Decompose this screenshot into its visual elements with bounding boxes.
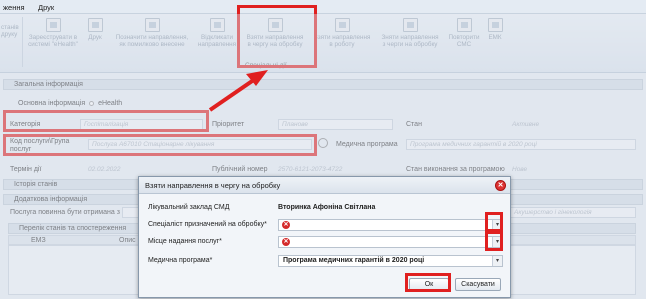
program-select-value: Програма медичних гарантій в 2020 році xyxy=(283,257,425,264)
error-icon: ✕ xyxy=(282,238,290,246)
dialog-titlebar: Взяти направлення в чергу на обробку ✕ xyxy=(139,177,510,194)
facility-value: Вторинка Афоніна Світлана xyxy=(278,204,376,211)
specialist-select[interactable]: ✕ ▾ xyxy=(278,219,503,231)
chevron-down-icon[interactable]: ▾ xyxy=(492,256,502,266)
ok-button-highlight xyxy=(405,273,451,292)
error-icon: ✕ xyxy=(282,221,290,229)
facility-label: Лікувальний заклад СМД xyxy=(148,204,230,211)
cancel-button[interactable]: Скасувати xyxy=(455,278,501,291)
close-icon[interactable]: ✕ xyxy=(495,180,506,191)
specialist-label: Спеціаліст призначений на обробку* xyxy=(148,221,267,228)
place-dropdown-highlight xyxy=(485,229,503,251)
program-select[interactable]: Програма медичних гарантій в 2020 році ▾ xyxy=(278,255,503,267)
arrow-line xyxy=(208,75,260,112)
place-select[interactable]: ✕ ▾ xyxy=(278,236,503,248)
queue-dialog: Взяти направлення в чергу на обробку ✕ Л… xyxy=(138,176,511,298)
place-label: Місце надання послуг* xyxy=(148,238,222,245)
dialog-title: Взяти направлення в чергу на обробку xyxy=(145,181,281,190)
program-label: Медична програма* xyxy=(148,257,213,264)
